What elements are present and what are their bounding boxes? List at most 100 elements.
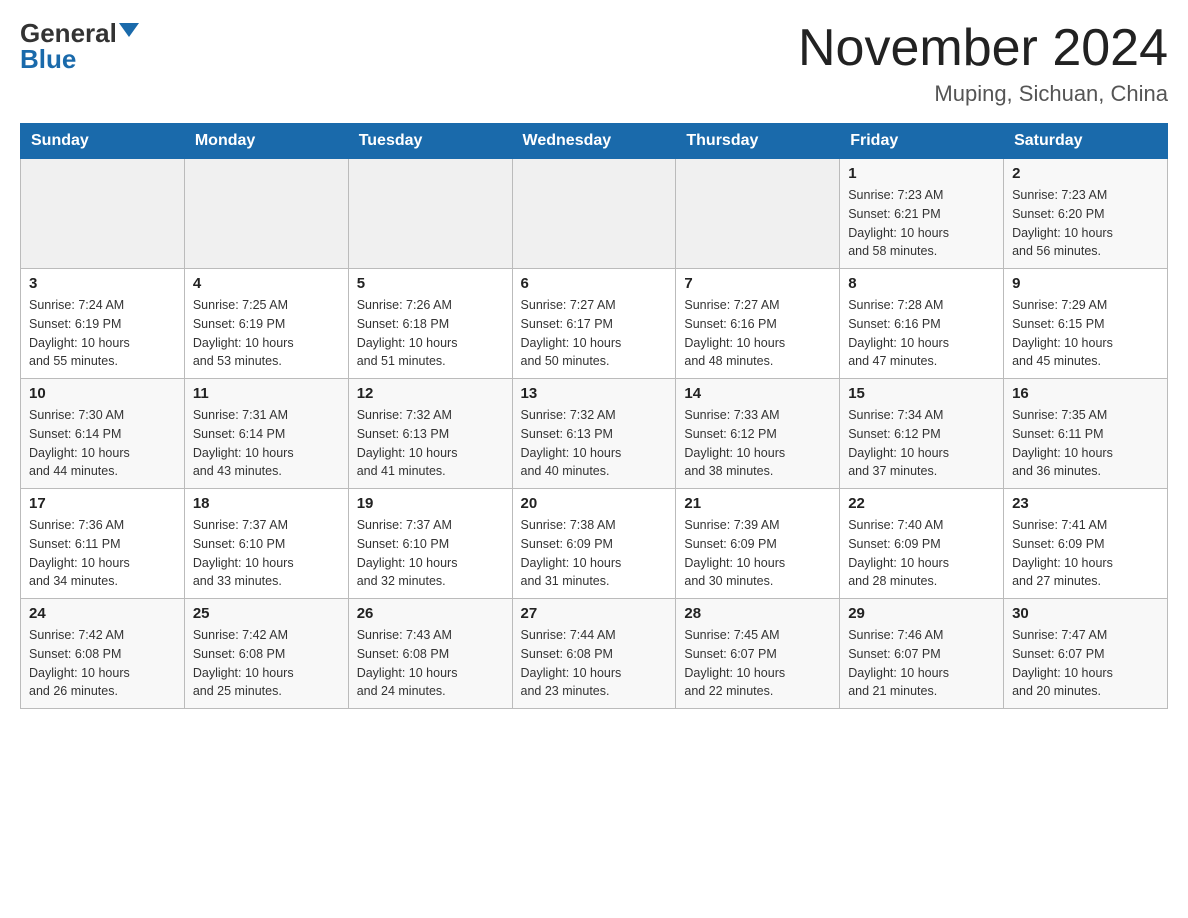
day-cell: 3 Sunrise: 7:24 AMSunset: 6:19 PMDaylight… — [21, 269, 185, 379]
day-cell: 28Sunrise: 7:45 AMSunset: 6:07 PMDayligh… — [676, 599, 840, 709]
day-cell: 8 Sunrise: 7:28 AMSunset: 6:16 PMDaylight… — [840, 269, 1004, 379]
day-info: Sunrise: 7:32 AMSunset: 6:13 PMDaylight:… — [521, 406, 668, 481]
day-info: Sunrise: 7:32 AMSunset: 6:13 PMDaylight:… — [357, 406, 504, 481]
week-row-5: 24 Sunrise: 7:42 AMSunset: 6:08 PMDayligh… — [21, 599, 1168, 709]
day-info: Sunrise: 7:27 AMSunset: 6:17 PMDaylight:… — [521, 296, 668, 371]
day-cell: 27 Sunrise: 7:44 AMSunset: 6:08 PMDayligh… — [512, 599, 676, 709]
day-info: Sunrise: 7:36 AMSunset: 6:11 PMDaylight:… — [29, 516, 176, 591]
day-number: 1 — [848, 165, 995, 182]
day-info: Sunrise: 7:42 AMSunset: 6:08 PMDaylight:… — [29, 626, 176, 701]
day-cell: 30 Sunrise: 7:47 AMSunset: 6:07 PMDayligh… — [1004, 599, 1168, 709]
day-info: Sunrise: 7:47 AMSunset: 6:07 PMDaylight:… — [1012, 626, 1159, 701]
day-number: 3 — [29, 275, 176, 292]
weekday-header-friday: Friday — [840, 124, 1004, 159]
day-info: Sunrise: 7:24 AMSunset: 6:19 PMDaylight:… — [29, 296, 176, 371]
day-number: 16 — [1012, 385, 1159, 402]
weekday-header-thursday: Thursday — [676, 124, 840, 159]
day-cell: 22Sunrise: 7:40 AMSunset: 6:09 PMDayligh… — [840, 489, 1004, 599]
day-info: Sunrise: 7:45 AMSunset: 6:07 PMDaylight:… — [684, 626, 831, 701]
day-cell: 16 Sunrise: 7:35 AMSunset: 6:11 PMDayligh… — [1004, 379, 1168, 489]
day-number: 23 — [1012, 495, 1159, 512]
day-cell: 25 Sunrise: 7:42 AMSunset: 6:08 PMDayligh… — [184, 599, 348, 709]
calendar-table: SundayMondayTuesdayWednesdayThursdayFrid… — [20, 123, 1168, 709]
day-cell: 19Sunrise: 7:37 AMSunset: 6:10 PMDayligh… — [348, 489, 512, 599]
day-number: 11 — [193, 385, 340, 402]
day-info: Sunrise: 7:38 AMSunset: 6:09 PMDaylight:… — [521, 516, 668, 591]
day-number: 8 — [848, 275, 995, 292]
header: General Blue November 2024 Muping, Sichu… — [20, 20, 1168, 107]
day-info: Sunrise: 7:40 AMSunset: 6:09 PMDaylight:… — [848, 516, 995, 591]
week-row-2: 3 Sunrise: 7:24 AMSunset: 6:19 PMDaylight… — [21, 269, 1168, 379]
day-info: Sunrise: 7:39 AMSunset: 6:09 PMDaylight:… — [684, 516, 831, 591]
day-cell: 18Sunrise: 7:37 AMSunset: 6:10 PMDayligh… — [184, 489, 348, 599]
calendar-title: November 2024 — [798, 20, 1168, 77]
weekday-header-tuesday: Tuesday — [348, 124, 512, 159]
day-info: Sunrise: 7:33 AMSunset: 6:12 PMDaylight:… — [684, 406, 831, 481]
day-number: 15 — [848, 385, 995, 402]
day-info: Sunrise: 7:42 AMSunset: 6:08 PMDaylight:… — [193, 626, 340, 701]
day-info: Sunrise: 7:26 AMSunset: 6:18 PMDaylight:… — [357, 296, 504, 371]
week-row-4: 17 Sunrise: 7:36 AMSunset: 6:11 PMDayligh… — [21, 489, 1168, 599]
day-cell: 20 Sunrise: 7:38 AMSunset: 6:09 PMDayligh… — [512, 489, 676, 599]
day-number: 26 — [357, 605, 504, 622]
day-number: 19 — [357, 495, 504, 512]
day-info: Sunrise: 7:43 AMSunset: 6:08 PMDaylight:… — [357, 626, 504, 701]
day-cell: 21 Sunrise: 7:39 AMSunset: 6:09 PMDayligh… — [676, 489, 840, 599]
day-info: Sunrise: 7:25 AMSunset: 6:19 PMDaylight:… — [193, 296, 340, 371]
day-number: 27 — [521, 605, 668, 622]
day-cell — [184, 159, 348, 269]
day-number: 13 — [521, 385, 668, 402]
weekday-header-wednesday: Wednesday — [512, 124, 676, 159]
logo-blue-text: Blue — [20, 46, 76, 72]
weekday-header-saturday: Saturday — [1004, 124, 1168, 159]
day-number: 5 — [357, 275, 504, 292]
day-number: 10 — [29, 385, 176, 402]
day-info: Sunrise: 7:41 AMSunset: 6:09 PMDaylight:… — [1012, 516, 1159, 591]
day-cell: 26 Sunrise: 7:43 AMSunset: 6:08 PMDayligh… — [348, 599, 512, 709]
day-number: 21 — [684, 495, 831, 512]
logo-triangle-icon — [119, 23, 139, 37]
day-number: 29 — [848, 605, 995, 622]
day-cell — [21, 159, 185, 269]
day-cell: 14Sunrise: 7:33 AMSunset: 6:12 PMDayligh… — [676, 379, 840, 489]
day-number: 2 — [1012, 165, 1159, 182]
day-info: Sunrise: 7:28 AMSunset: 6:16 PMDaylight:… — [848, 296, 995, 371]
day-number: 20 — [521, 495, 668, 512]
day-info: Sunrise: 7:46 AMSunset: 6:07 PMDaylight:… — [848, 626, 995, 701]
day-info: Sunrise: 7:35 AMSunset: 6:11 PMDaylight:… — [1012, 406, 1159, 481]
day-cell: 29 Sunrise: 7:46 AMSunset: 6:07 PMDayligh… — [840, 599, 1004, 709]
day-number: 30 — [1012, 605, 1159, 622]
day-info: Sunrise: 7:29 AMSunset: 6:15 PMDaylight:… — [1012, 296, 1159, 371]
day-cell: 11 Sunrise: 7:31 AMSunset: 6:14 PMDayligh… — [184, 379, 348, 489]
day-number: 25 — [193, 605, 340, 622]
day-cell: 12 Sunrise: 7:32 AMSunset: 6:13 PMDayligh… — [348, 379, 512, 489]
day-cell — [512, 159, 676, 269]
day-number: 12 — [357, 385, 504, 402]
day-cell: 2Sunrise: 7:23 AMSunset: 6:20 PMDaylight… — [1004, 159, 1168, 269]
day-cell: 1Sunrise: 7:23 AMSunset: 6:21 PMDaylight… — [840, 159, 1004, 269]
day-number: 4 — [193, 275, 340, 292]
day-number: 6 — [521, 275, 668, 292]
weekday-header-row: SundayMondayTuesdayWednesdayThursdayFrid… — [21, 124, 1168, 159]
day-info: Sunrise: 7:27 AMSunset: 6:16 PMDaylight:… — [684, 296, 831, 371]
day-cell: 17 Sunrise: 7:36 AMSunset: 6:11 PMDayligh… — [21, 489, 185, 599]
day-info: Sunrise: 7:31 AMSunset: 6:14 PMDaylight:… — [193, 406, 340, 481]
logo: General Blue — [20, 20, 139, 72]
day-cell: 13 Sunrise: 7:32 AMSunset: 6:13 PMDayligh… — [512, 379, 676, 489]
day-cell: 4 Sunrise: 7:25 AMSunset: 6:19 PMDaylight… — [184, 269, 348, 379]
week-row-1: 1Sunrise: 7:23 AMSunset: 6:21 PMDaylight… — [21, 159, 1168, 269]
day-info: Sunrise: 7:44 AMSunset: 6:08 PMDaylight:… — [521, 626, 668, 701]
day-cell — [348, 159, 512, 269]
day-cell: 6 Sunrise: 7:27 AMSunset: 6:17 PMDaylight… — [512, 269, 676, 379]
weekday-header-monday: Monday — [184, 124, 348, 159]
day-cell — [676, 159, 840, 269]
day-cell: 9Sunrise: 7:29 AMSunset: 6:15 PMDaylight… — [1004, 269, 1168, 379]
weekday-header-sunday: Sunday — [21, 124, 185, 159]
week-row-3: 10Sunrise: 7:30 AMSunset: 6:14 PMDayligh… — [21, 379, 1168, 489]
title-area: November 2024 Muping, Sichuan, China — [798, 20, 1168, 107]
day-number: 17 — [29, 495, 176, 512]
day-info: Sunrise: 7:34 AMSunset: 6:12 PMDaylight:… — [848, 406, 995, 481]
day-number: 24 — [29, 605, 176, 622]
day-cell: 23 Sunrise: 7:41 AMSunset: 6:09 PMDayligh… — [1004, 489, 1168, 599]
calendar-subtitle: Muping, Sichuan, China — [798, 81, 1168, 107]
